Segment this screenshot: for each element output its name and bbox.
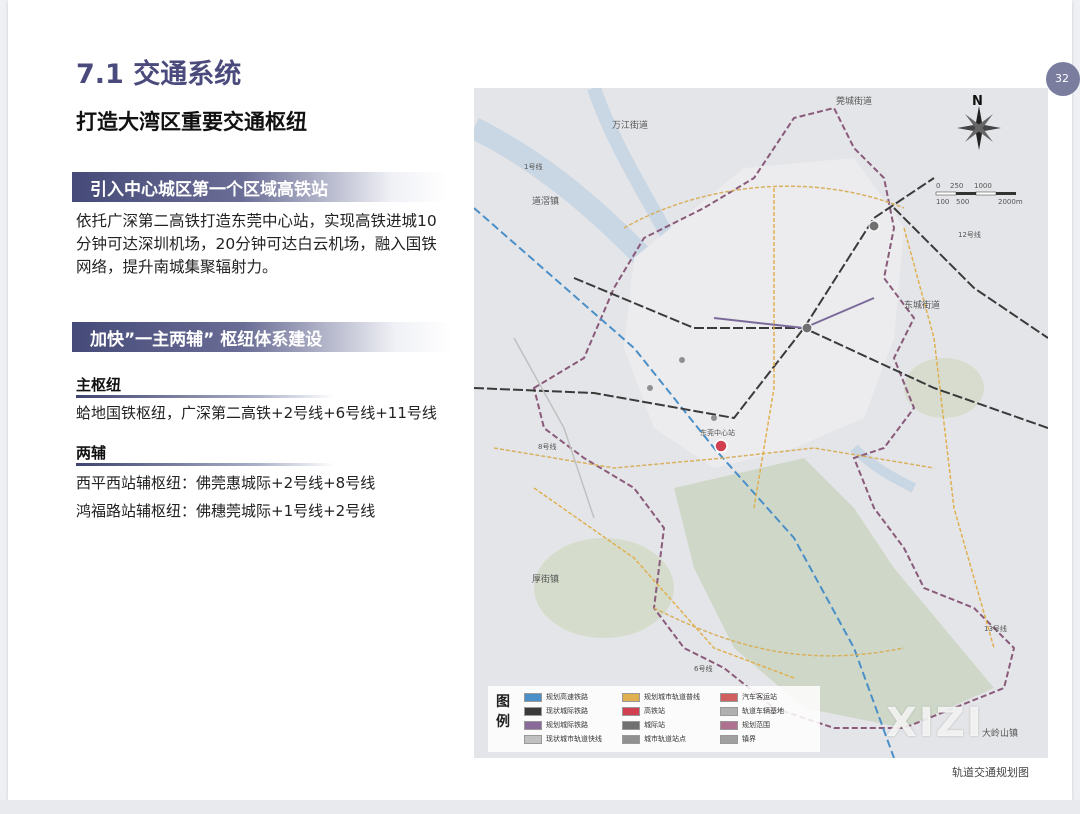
page-subtitle: 打造大湾区重要交通枢纽 [76,110,307,134]
section-title: 7.1 交通系统 [76,59,242,90]
watermark-logo: XIZI [886,700,984,746]
legend-swatch [524,706,542,716]
legend-label: 规划高速铁路 [546,693,588,701]
legend-swatch [622,706,640,716]
legend-item: 城际站 [622,720,665,730]
rail-plan-map: N 0 250 1000 100 500 2000m 莞城街道 万江街道 道滘镇… [474,88,1048,758]
legend-swatch [524,720,542,730]
legend-label: 现状城市轨道快线 [546,735,602,743]
scale-label: 2000m [998,198,1023,206]
legend-label: 轨道车辆基地 [742,707,784,715]
section-band-2: 加快”一主两辅” 枢纽体系建设 [72,322,452,352]
aux-hubs-underline [76,463,334,466]
legend-swatch [720,734,738,744]
line-label: 12号线 [958,231,981,239]
map-caption: 轨道交通规划图 [952,766,1029,779]
legend-label: 镇界 [742,735,756,743]
legend-item: 规划城际铁路 [524,720,588,730]
scale-label: 0 [936,182,941,190]
legend-item: 现状城际铁路 [524,706,588,716]
section-band-1-label: 引入中心城区第一个区域高铁站 [90,180,328,200]
place-label: 厚街镇 [532,575,560,585]
bottom-strip [0,800,1080,814]
main-hub-heading: 主枢纽 [76,376,122,394]
line-label: 8号线 [538,443,557,451]
legend-swatch [622,734,640,744]
main-hub-text: 蛤地国铁枢纽，广深第二高铁+2号线+6号线+11号线 [76,404,437,422]
legend-swatch [524,734,542,744]
legend-item: 高铁站 [622,706,665,716]
legend-swatch [720,720,738,730]
aux-hubs-heading: 两辅 [76,444,107,462]
legend-label: 城市轨道站点 [644,735,686,743]
page-number: 32 [1055,72,1069,85]
legend-label: 汽车客运站 [742,693,777,701]
legend-label: 城际站 [644,721,665,729]
legend-item: 轨道车辆基地 [720,706,784,716]
place-label: 大岭山镇 [982,729,1019,739]
legend-label: 高铁站 [644,707,665,715]
scale-label: 1000 [974,182,992,190]
place-label: 东城街道 [904,301,941,311]
intro-paragraph: 依托广深第二高铁打造东莞中心站，实现高铁进城10分钟可达深圳机场，20分钟可达白… [76,212,437,276]
page-number-badge: 32 [1046,62,1080,96]
legend-item: 规划高速铁路 [524,692,588,702]
legend-item: 汽车客运站 [720,692,777,702]
line-label: 13号线 [984,625,1007,633]
legend-label: 规划范围 [742,721,770,729]
legend-title: 图例 [496,694,510,730]
legend-label: 现状城际铁路 [546,707,588,715]
legend-swatch [720,692,738,702]
line-label: 6号线 [694,665,713,673]
legend-item: 规划范围 [720,720,770,730]
aux-hub-item: 西平西站辅枢纽：佛莞惠城际+2号线+8号线 [76,474,376,492]
section-band-1: 引入中心城区第一个区域高铁站 [72,172,448,202]
station-label: 东莞中心站 [700,429,735,437]
legend-swatch [622,692,640,702]
legend-label: 规划城际铁路 [546,721,588,729]
scale-label: 500 [956,198,970,206]
place-label: 莞城街道 [836,97,873,107]
section-band-2-label: 加快”一主两辅” 枢纽体系建设 [90,330,323,350]
aux-hub-item: 鸿福路站辅枢纽：佛穗莞城际+1号线+2号线 [76,502,376,520]
north-label: N [972,94,983,109]
place-label: 道滘镇 [532,197,560,207]
legend-item: 镇界 [720,734,756,744]
legend-swatch [524,692,542,702]
scale-label: 250 [950,182,964,190]
line-label: 1号线 [524,163,543,171]
scale-label: 100 [936,198,950,206]
map-legend: 图例 规划高速铁路 现状城际铁路 规划城际铁路 现状城市轨道快线 规划城市轨道普… [488,686,820,752]
legend-swatch [622,720,640,730]
legend-item: 现状城市轨道快线 [524,734,602,744]
legend-label: 规划城市轨道普线 [644,693,700,701]
legend-swatch [720,706,738,716]
place-label: 万江街道 [612,121,649,131]
legend-item: 规划城市轨道普线 [622,692,700,702]
legend-item: 城市轨道站点 [622,734,686,744]
main-hub-underline [76,395,334,398]
slide-page: 7.1 交通系统 打造大湾区重要交通枢纽 引入中心城区第一个区域高铁站 依托广深… [8,0,1072,800]
